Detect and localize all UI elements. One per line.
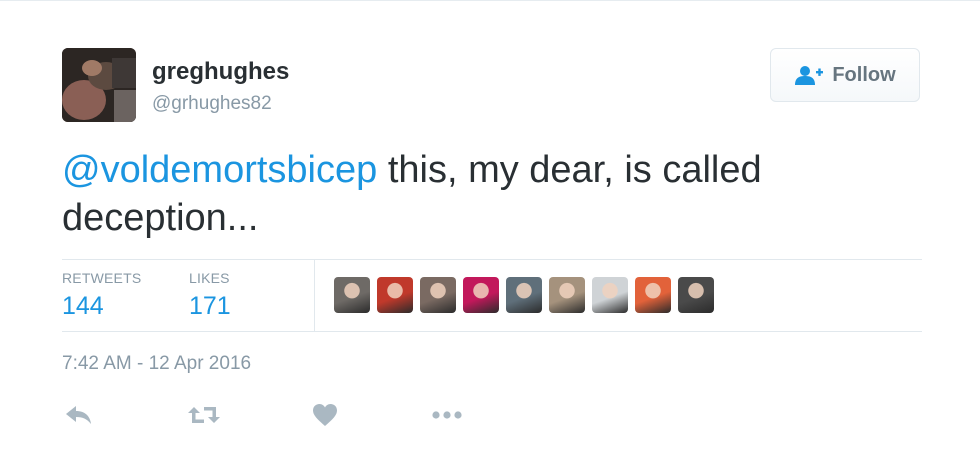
retweets-count[interactable]: 144: [62, 292, 104, 321]
more-icon: [432, 411, 462, 419]
liker-avatar[interactable]: [334, 277, 370, 313]
stats-separator: [314, 260, 315, 332]
retweets-label: RETWEETS: [62, 270, 142, 286]
liker-avatar[interactable]: [592, 277, 628, 313]
liker-avatar[interactable]: [377, 277, 413, 313]
profile-avatar[interactable]: [62, 48, 136, 122]
retweet-button[interactable]: [187, 398, 221, 432]
tweet-mention-link[interactable]: @voldemortsbicep: [62, 149, 377, 191]
liker-avatars: [334, 277, 714, 313]
like-icon: [313, 404, 337, 426]
reply-icon: [66, 406, 91, 424]
stats-bottom-divider: [62, 331, 922, 332]
follow-button-label: Follow: [832, 63, 896, 86]
user-handle[interactable]: @grhughes82: [152, 93, 272, 115]
liker-avatar[interactable]: [678, 277, 714, 313]
reply-button[interactable]: [62, 398, 96, 432]
liker-avatar[interactable]: [506, 277, 542, 313]
liker-avatar[interactable]: [420, 277, 456, 313]
tweet-text: @voldemortsbicep this, my dear, is calle…: [62, 146, 922, 242]
stats-top-divider: [62, 259, 922, 260]
profile-photo-icon: [62, 48, 136, 122]
liker-avatar[interactable]: [463, 277, 499, 313]
follow-user-icon: [795, 66, 824, 85]
display-name[interactable]: greghughes: [152, 58, 289, 86]
retweet-icon: [188, 407, 220, 423]
liker-avatar[interactable]: [549, 277, 585, 313]
tweet-timestamp[interactable]: 7:42 AM - 12 Apr 2016: [62, 353, 251, 375]
likes-count[interactable]: 171: [189, 292, 231, 321]
more-button[interactable]: [430, 398, 464, 432]
top-border: [0, 0, 980, 1]
likes-label: LIKES: [189, 270, 230, 286]
like-button[interactable]: [308, 398, 342, 432]
liker-avatar[interactable]: [635, 277, 671, 313]
follow-button[interactable]: Follow: [770, 48, 920, 102]
